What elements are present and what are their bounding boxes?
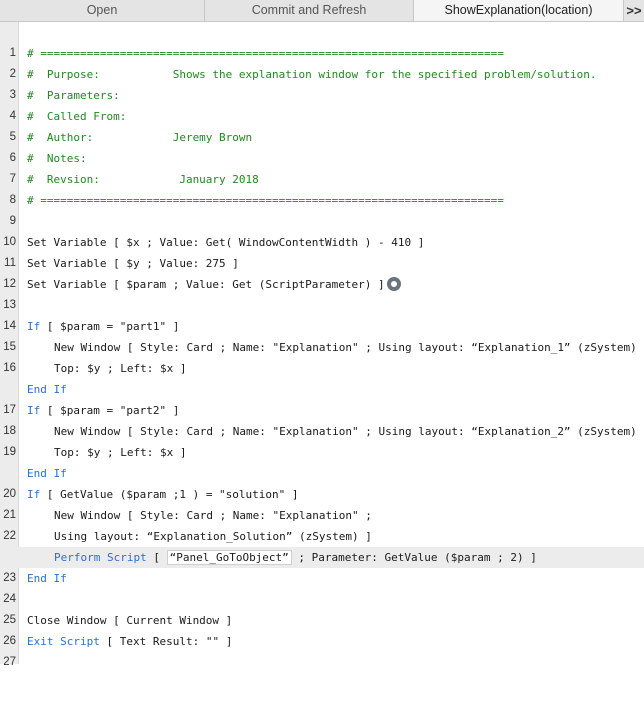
script-line[interactable]: 4 # Parameters: [0,85,644,122]
comment-text: # Notes: [27,152,87,165]
script-line[interactable]: 3 # Purpose: Shows the explanation windo… [0,64,644,101]
step-text: Top: $y ; Left: $x ] [54,446,187,459]
script-line[interactable]: 21 If [ GetValue ($param ;1 ) = "solutio… [0,484,644,521]
step-text: Set Variable [ $param ; Value: Get (Scri… [27,278,385,291]
step-group: If [ $param = "part2" ] [27,400,179,421]
step-text: [ GetValue ($param ;1 ) = "solution" ] [40,488,299,501]
step-group: Perform Script [ “Panel_GoToObject” ; Pa… [54,547,537,568]
tab-commit-and-refresh[interactable]: Commit and Refresh [205,0,414,21]
script-line[interactable]: 18 If [ $param = "part2" ] [0,400,644,437]
script-line[interactable]: 15 If [ $param = "part1" ] [0,316,644,353]
script-name-field[interactable]: “Panel_GoToObject” [166,550,292,565]
step-group: Exit Script [ Text Result: "" ] [27,631,232,652]
script-line-continuation[interactable]: Top: $y ; Left: $x ] [0,442,644,463]
script-editor[interactable]: 1 2 # ==================================… [0,22,644,668]
comment-text: # ======================================… [27,47,504,60]
step-text: New Window [ Style: Card ; Name: "Explan… [54,425,644,438]
script-line[interactable]: 7 # Notes: [0,148,644,185]
step-with-gear: Set Variable [ $param ; Value: Get (Scri… [27,274,401,295]
script-line-continuation[interactable]: Top: $y ; Left: $x ] [0,358,644,379]
script-line[interactable]: 16 New Window [ Style: Card ; Name: "Exp… [0,337,644,374]
script-line[interactable]: 9 # ====================================… [0,190,644,227]
script-line[interactable]: 5 # Called From: [0,106,644,143]
comment-text: # Author: Jeremy Brown [27,131,253,144]
script-line[interactable]: 6 # Author: Jeremy Brown [0,127,644,164]
script-line[interactable]: 2 # ====================================… [0,43,644,80]
step-text: [ $param = "part2" ] [40,404,180,417]
step-text: Using layout: “Explanation_Solution” (zS… [54,530,372,543]
step-text: [ Text Result: "" ] [99,635,233,648]
step-text: Set Variable [ $y ; Value: 275 ] [27,257,239,270]
script-line[interactable]: 20 End If [0,463,644,500]
step-keyword: End If [27,467,67,480]
line-number: 27 [3,656,16,668]
step-group: If [ $param = "part1" ] [27,316,179,337]
step-keyword: Exit Script [27,635,100,648]
script-tab-bar: Open Commit and Refresh ShowExplanation(… [0,0,644,22]
script-line[interactable]: 19 New Window [ Style: Card ; Name: "Exp… [0,421,644,458]
step-keyword: If [27,320,41,333]
script-line[interactable]: 27 Exit Script [ Text Result: "" ] [0,631,644,668]
step-keyword: End If [27,383,67,396]
step-text: [ [146,551,167,564]
comment-text: # Called From: [27,110,127,123]
step-text: Top: $y ; Left: $x ] [54,362,187,375]
step-text: ; Parameter: GetValue ($param ; 2) ] [291,551,537,564]
script-line[interactable]: 22 New Window [ Style: Card ; Name: "Exp… [0,505,644,542]
tab-open[interactable]: Open [0,0,205,21]
script-line[interactable]: 11 Set Variable [ $x ; Value: Get( Windo… [0,232,644,269]
gear-icon[interactable] [386,277,401,291]
script-line[interactable]: 10 [0,211,644,248]
script-line[interactable]: 13 Set Variable [ $param ; Value: Get (S… [0,274,644,311]
script-line-continuation[interactable]: Using layout: “Explanation_Solution” (zS… [0,526,644,547]
script-line[interactable]: 1 [0,22,644,59]
comment-text: # ======================================… [27,194,504,207]
step-group: If [ GetValue ($param ;1 ) = "solution" … [27,484,299,505]
tab-overflow-button[interactable]: >> [624,0,644,21]
script-line[interactable]: 12 Set Variable [ $y ; Value: 275 ] [0,253,644,290]
script-line[interactable]: 14 [0,295,644,332]
step-text: New Window [ Style: Card ; Name: "Explan… [54,509,372,522]
comment-text: # Revsion: January 2018 [27,173,259,186]
tab-show-explanation[interactable]: ShowExplanation(location) [414,0,624,21]
step-text: Set Variable [ $x ; Value: Get( WindowCo… [27,236,425,249]
step-text: Close Window [ Current Window ] [27,614,233,627]
script-line[interactable]: 24 End If [0,568,644,605]
step-keyword: Perform Script [54,551,147,564]
script-line[interactable]: 8 # Revsion: January 2018 [0,169,644,206]
step-keyword: End If [27,572,67,585]
script-line[interactable]: 25 [0,589,644,626]
step-keyword: If [27,488,41,501]
comment-text: # Purpose: Shows the explanation window … [27,68,597,81]
step-keyword: If [27,404,41,417]
script-line[interactable]: 17 End If [0,379,644,416]
script-line-selected[interactable]: 23 Perform Script [ “Panel_GoToObject” ;… [0,547,644,584]
step-text: New Window [ Style: Card ; Name: "Explan… [54,341,644,354]
step-text: [ $param = "part1" ] [40,320,180,333]
comment-text: # Parameters: [27,89,120,102]
script-line[interactable]: 26 Close Window [ Current Window ] [0,610,644,647]
